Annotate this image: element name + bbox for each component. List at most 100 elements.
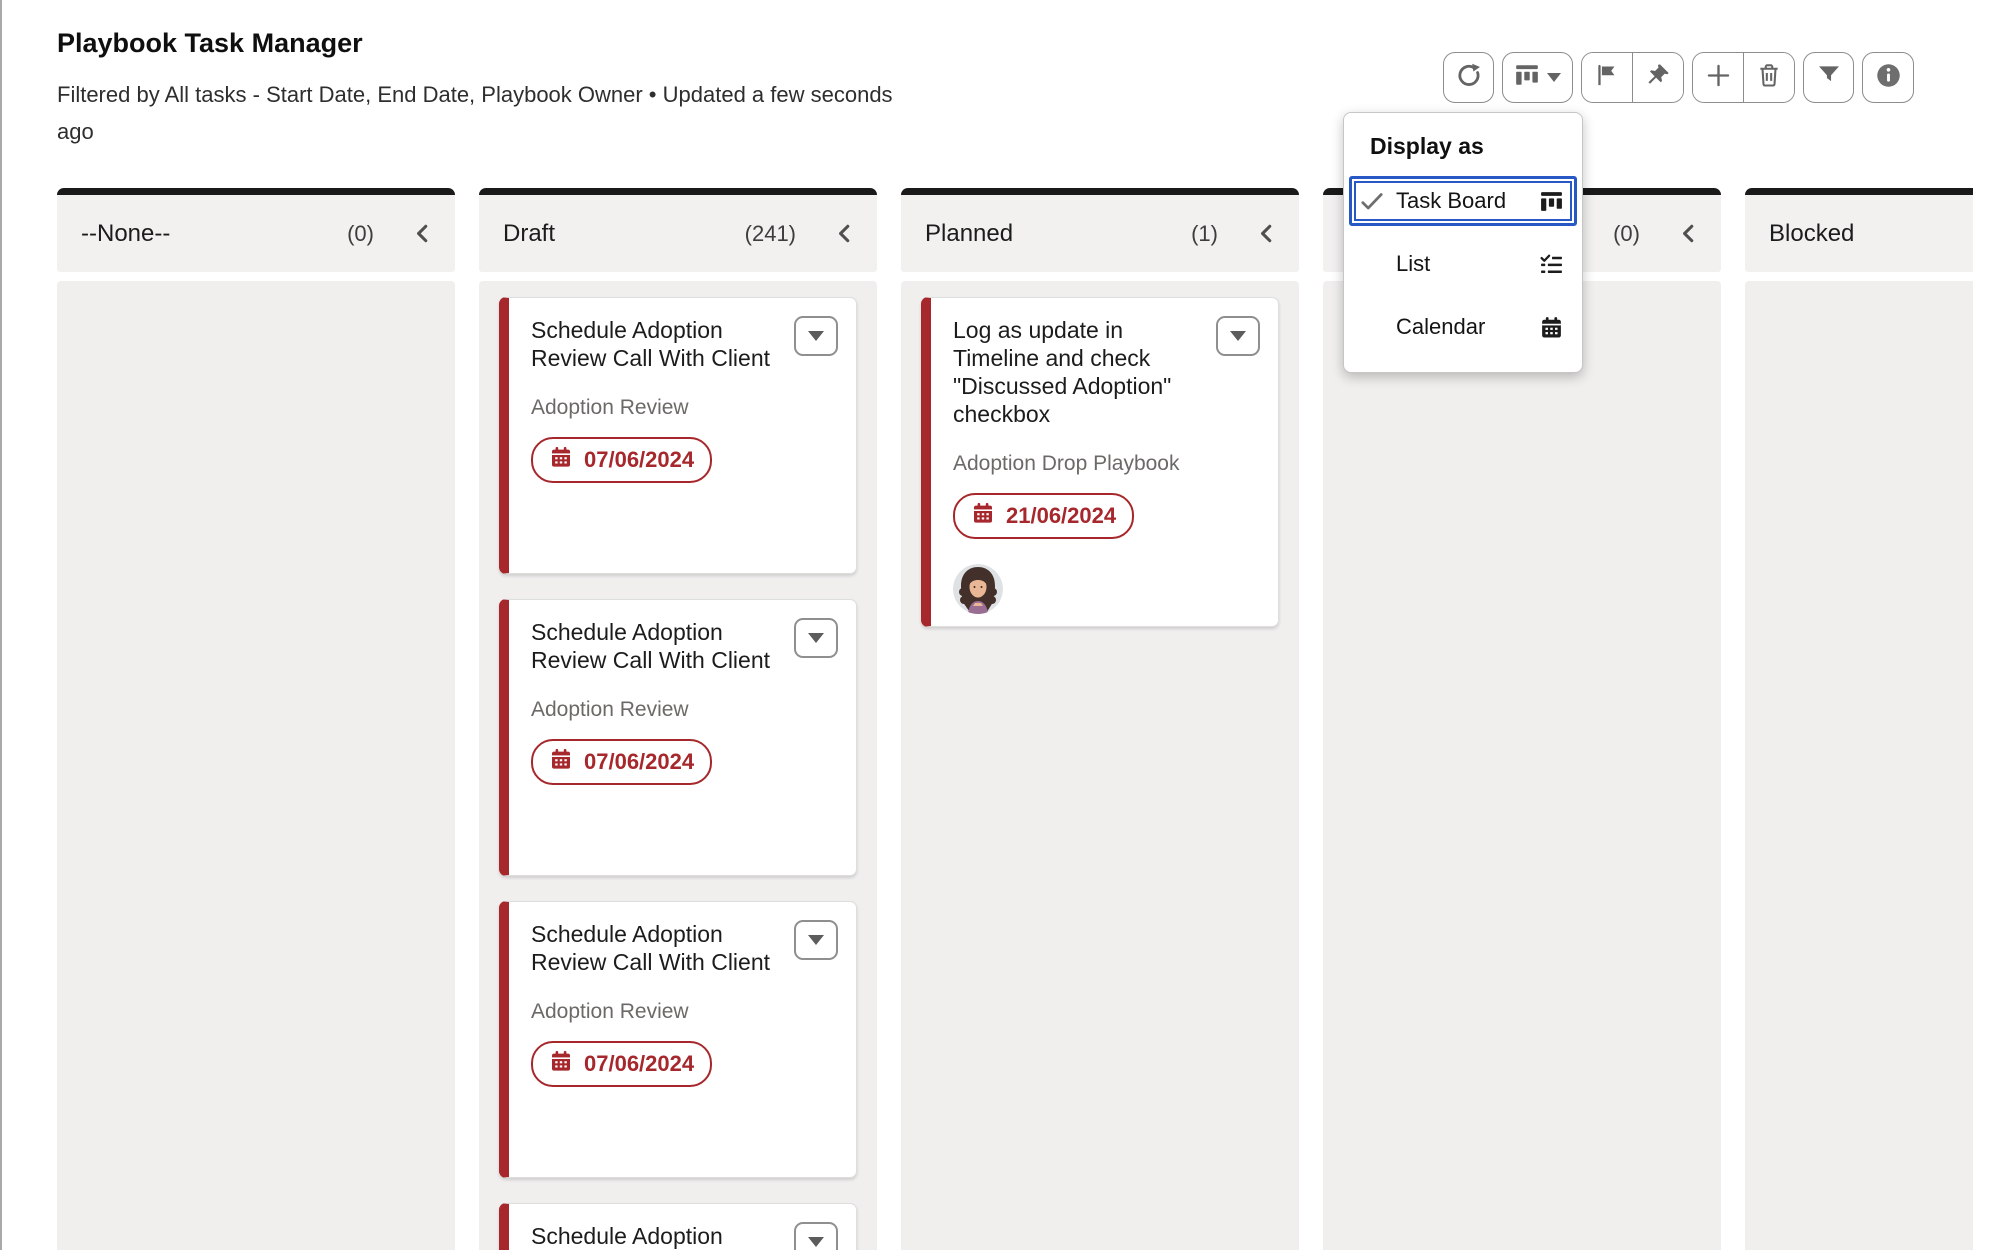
menu-item-label: Calendar (1396, 314, 1485, 340)
caret-down-icon (1547, 73, 1561, 82)
task-card[interactable]: Schedule Adoption Review Call With Clien… (499, 599, 857, 876)
task-card[interactable]: Schedule Adoption Review Call With Clien… (499, 1203, 857, 1250)
column-blocked: Blocked (1745, 188, 1973, 1250)
column-name: Blocked (1769, 220, 1854, 248)
calendar-icon (549, 445, 573, 475)
refresh-button[interactable] (1443, 52, 1494, 103)
column-count: (1) (1191, 221, 1218, 247)
task-card[interactable]: Log as update in Timeline and check "Dis… (921, 297, 1279, 627)
column-top-bar (57, 188, 455, 195)
display-as-button[interactable] (1502, 52, 1573, 103)
caret-down-icon (808, 935, 824, 945)
column-count: (241) (745, 221, 796, 247)
column-name: Draft (503, 220, 555, 248)
column-top-bar (479, 188, 877, 195)
column-name: Planned (925, 220, 1013, 248)
due-date: 07/06/2024 (584, 447, 694, 473)
column-header: --None-- (0) (57, 195, 455, 272)
filter-button[interactable] (1803, 52, 1854, 103)
column-header: Draft (241) (479, 195, 877, 272)
add-button[interactable] (1693, 53, 1743, 102)
column-body: Log as update in Timeline and check "Dis… (901, 281, 1299, 1250)
collapse-column-button[interactable] (412, 223, 433, 244)
column-top-bar (901, 188, 1299, 195)
plus-icon (1705, 62, 1732, 94)
flag-button[interactable] (1582, 53, 1632, 102)
collapse-column-button[interactable] (834, 223, 855, 244)
filter-icon (1816, 62, 1842, 93)
column-none: --None-- (0) (57, 188, 455, 1250)
task-title: Schedule Adoption Review Call With Clien… (531, 316, 781, 372)
add-delete-button-group (1692, 52, 1795, 103)
menu-item-label: Task Board (1396, 188, 1506, 214)
column-body: Schedule Adoption Review Call With Clien… (479, 281, 877, 1250)
calendar-icon (549, 747, 573, 777)
flag-pin-button-group (1581, 52, 1684, 103)
menu-item-label: List (1396, 251, 1430, 277)
task-card[interactable]: Schedule Adoption Review Call With Clien… (499, 901, 857, 1178)
delete-button[interactable] (1743, 53, 1794, 102)
caret-down-icon (808, 1237, 824, 1247)
task-playbook: Adoption Drop Playbook (953, 452, 1260, 476)
kanban-icon (1539, 189, 1564, 214)
display-as-menu: Display as Task Board List (1343, 112, 1583, 373)
task-playbook: Adoption Review (531, 698, 838, 722)
column-count: (0) (1613, 221, 1640, 247)
task-title: Schedule Adoption Review Call With Clien… (531, 920, 781, 976)
filter-summary-line2: ago (57, 119, 94, 144)
column-count: (0) (347, 221, 374, 247)
task-title: Log as update in Timeline and check "Dis… (953, 316, 1203, 428)
column-top-bar (1745, 188, 1973, 195)
due-date-badge: 21/06/2024 (953, 493, 1134, 539)
card-menu-button[interactable] (1216, 316, 1260, 356)
trash-icon (1756, 62, 1782, 93)
info-icon (1875, 62, 1902, 94)
card-menu-button[interactable] (794, 1222, 838, 1250)
collapse-column-button[interactable] (1678, 223, 1699, 244)
task-board: --None-- (0) Draft (241) Schedule Adopti… (57, 188, 1973, 1250)
flag-icon (1594, 62, 1620, 93)
due-date-badge: 07/06/2024 (531, 739, 712, 785)
card-menu-button[interactable] (794, 618, 838, 658)
board-toolbar (1443, 52, 1914, 103)
info-button[interactable] (1862, 52, 1914, 103)
card-menu-button[interactable] (794, 316, 838, 356)
calendar-icon (1539, 315, 1564, 340)
pin-icon (1645, 62, 1671, 93)
column-name: --None-- (81, 220, 170, 248)
window-left-border (0, 0, 2, 1250)
column-draft: Draft (241) Schedule Adoption Review Cal… (479, 188, 877, 1250)
page-title: Playbook Task Manager (57, 28, 363, 59)
column-body (57, 281, 455, 1250)
pin-button[interactable] (1632, 53, 1683, 102)
due-date-badge: 07/06/2024 (531, 1041, 712, 1087)
caret-down-icon (808, 331, 824, 341)
calendar-icon (971, 501, 995, 531)
caret-down-icon (808, 633, 824, 643)
list-check-icon (1539, 252, 1564, 277)
card-menu-button[interactable] (794, 920, 838, 960)
task-card[interactable]: Schedule Adoption Review Call With Clien… (499, 297, 857, 574)
menu-item-task-board[interactable]: Task Board (1349, 176, 1577, 226)
check-icon (1359, 188, 1396, 214)
task-playbook: Adoption Review (531, 1000, 838, 1024)
menu-item-calendar[interactable]: Calendar (1349, 302, 1577, 352)
task-title: Schedule Adoption Review Call With Clien… (531, 618, 781, 674)
display-as-menu-title: Display as (1370, 133, 1577, 160)
column-header: Blocked (1745, 195, 1973, 272)
column-body (1323, 281, 1721, 1250)
kanban-icon (1514, 62, 1540, 93)
filter-summary-line1: Filtered by All tasks - Start Date, End … (57, 82, 893, 107)
column-planned: Planned (1) Log as update in Timeline an… (901, 188, 1299, 1250)
task-title: Schedule Adoption Review Call With Clien… (531, 1222, 781, 1250)
column-header: Planned (1) (901, 195, 1299, 272)
caret-down-icon (1230, 331, 1246, 341)
menu-item-list[interactable]: List (1349, 239, 1577, 289)
collapse-column-button[interactable] (1256, 223, 1277, 244)
column-body (1745, 281, 1973, 1250)
assignee-avatar (953, 564, 1003, 614)
due-date-badge: 07/06/2024 (531, 437, 712, 483)
refresh-icon (1455, 62, 1482, 94)
due-date: 07/06/2024 (584, 1051, 694, 1077)
task-playbook: Adoption Review (531, 396, 838, 420)
